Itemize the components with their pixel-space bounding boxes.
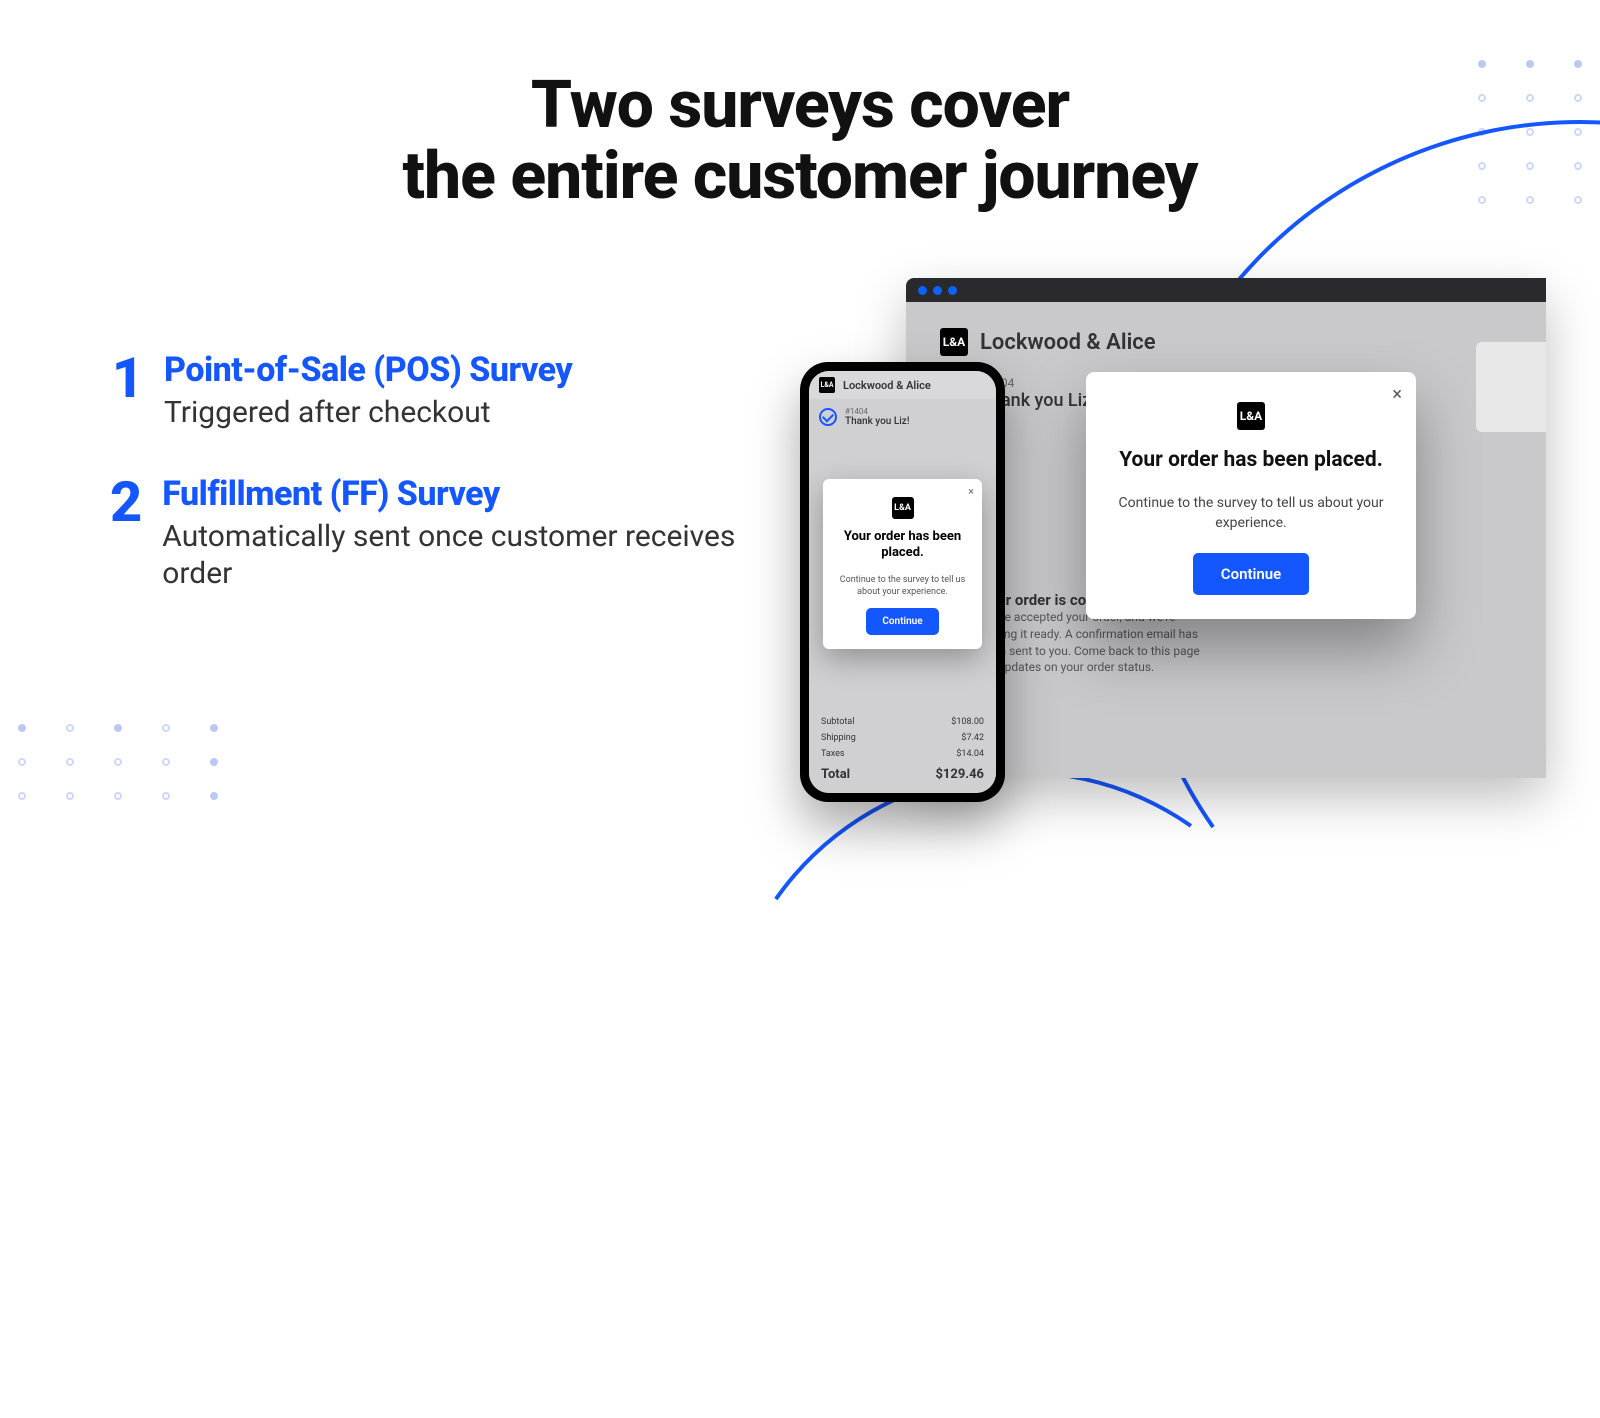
- order-id-label: #1404: [845, 407, 909, 416]
- check-circle-icon: [819, 408, 837, 426]
- store-logo-icon: L&A: [819, 377, 835, 393]
- desktop-survey-modal: × L&A Your order has been placed. Contin…: [1086, 372, 1416, 619]
- shipping-value: $7.42: [961, 733, 984, 743]
- shipping-label: Shipping: [821, 733, 856, 743]
- phone-order-totals: Subtotal $108.00 Shipping $7.42 Taxes $14.0…: [809, 706, 996, 793]
- subtotal-label: Subtotal: [821, 717, 854, 727]
- phone-order-meta: #1404 Thank you Liz!: [809, 399, 996, 435]
- store-logo-icon: L&A: [1237, 402, 1265, 430]
- product-thumbnail: [1476, 342, 1546, 432]
- item-desc: Triggered after checkout: [164, 394, 572, 432]
- taxes-value: $14.04: [956, 749, 984, 759]
- modal-heading: Your order has been placed.: [837, 529, 968, 562]
- subtotal-value: $108.00: [951, 717, 984, 727]
- total-value: $129.46: [935, 767, 984, 782]
- item-title: Fulfillment (FF) Survey: [162, 474, 750, 514]
- item-desc: Automatically sent once customer receive…: [162, 518, 750, 593]
- store-name: Lockwood & Alice: [843, 379, 931, 392]
- phone-device-frame: L&A Lockwood & Alice #1404 Thank you Liz…: [800, 362, 1005, 802]
- close-icon[interactable]: ×: [968, 485, 974, 498]
- store-name: Lockwood & Alice: [980, 330, 1156, 355]
- phone-store-header: L&A Lockwood & Alice: [809, 371, 996, 399]
- order-thanks-text: Thank you Liz!: [845, 416, 909, 427]
- phone-survey-modal: × L&A Your order has been placed. Contin…: [823, 479, 982, 649]
- item-number: 1: [110, 350, 144, 432]
- continue-button[interactable]: Continue: [866, 608, 938, 635]
- headline-line1: Two surveys cover: [531, 67, 1069, 144]
- store-logo-icon: L&A: [892, 497, 914, 519]
- order-confirmed-body: We've accepted your order, and we're get…: [980, 609, 1200, 676]
- close-icon[interactable]: ×: [1392, 384, 1402, 405]
- continue-button[interactable]: Continue: [1193, 553, 1309, 595]
- item-title: Point-of-Sale (POS) Survey: [164, 350, 572, 390]
- store-logo-icon: L&A: [940, 328, 968, 356]
- browser-titlebar: [906, 278, 1546, 302]
- phone-screen: L&A Lockwood & Alice #1404 Thank you Liz…: [809, 371, 996, 793]
- modal-heading: Your order has been placed.: [1112, 448, 1390, 472]
- modal-body: Continue to the survey to tell us about …: [837, 574, 968, 598]
- store-header: L&A Lockwood & Alice: [940, 328, 1512, 356]
- item-number: 2: [110, 474, 142, 593]
- taxes-label: Taxes: [821, 749, 845, 759]
- survey-types-list: 1 Point-of-Sale (POS) Survey Triggered a…: [110, 350, 750, 635]
- total-label: Total: [821, 767, 850, 782]
- headline-line2: the entire customer journey: [403, 138, 1198, 215]
- dot-pattern-bottom-left: [18, 724, 218, 800]
- modal-body: Continue to the survey to tell us about …: [1112, 494, 1390, 533]
- list-item: 2 Fulfillment (FF) Survey Automatically …: [110, 474, 750, 593]
- list-item: 1 Point-of-Sale (POS) Survey Triggered a…: [110, 350, 750, 432]
- page-headline: Two surveys cover the entire customer jo…: [0, 70, 1600, 213]
